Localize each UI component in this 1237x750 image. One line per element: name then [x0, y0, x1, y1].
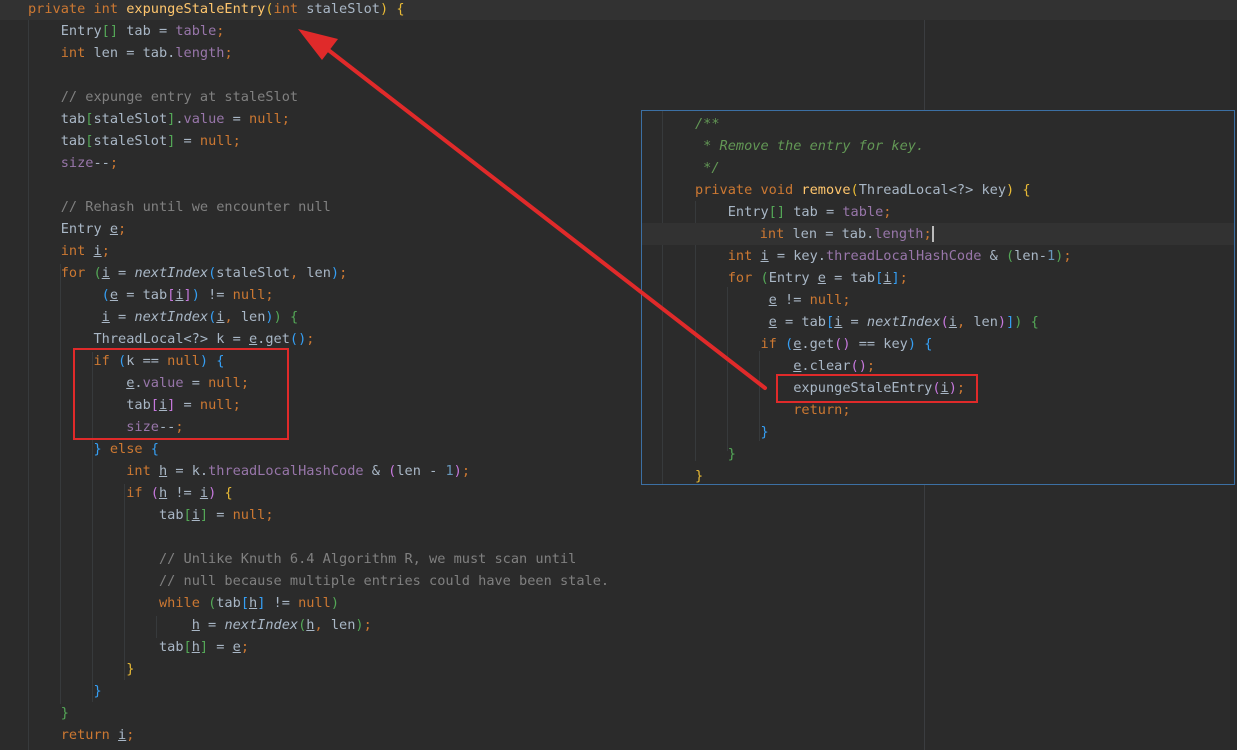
code-editor[interactable]: private int expungeStaleEntry(int staleS…	[0, 0, 1237, 750]
red-arrow-annotation	[298, 29, 767, 390]
